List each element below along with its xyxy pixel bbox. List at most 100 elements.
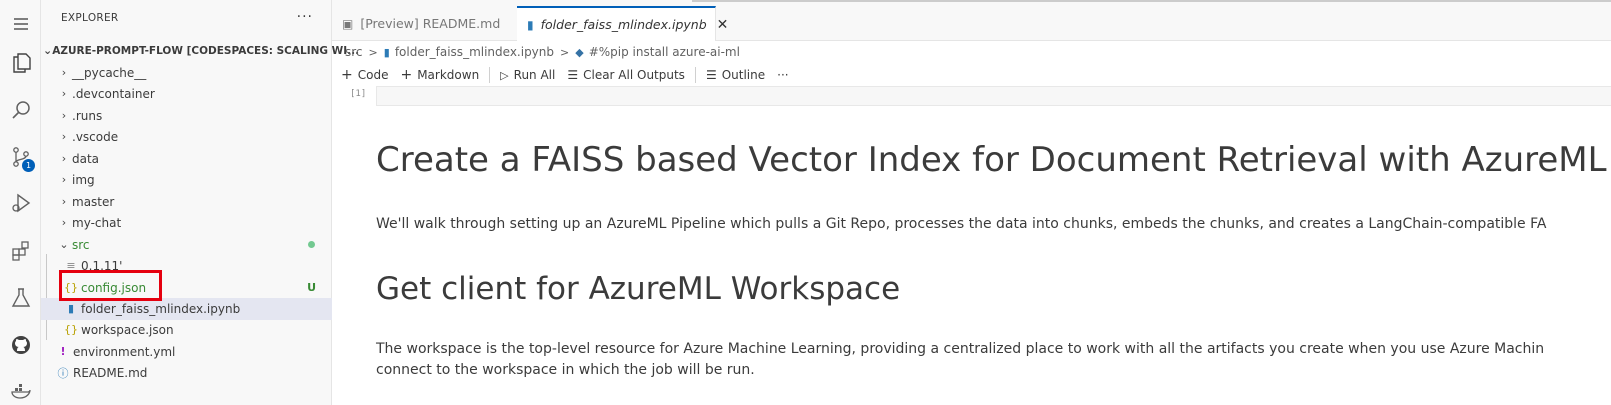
tree-item-environment-yml[interactable]: ! environment.yml [41, 341, 332, 363]
run-debug-icon[interactable] [0, 183, 41, 223]
info-icon: ⓘ [57, 366, 69, 380]
tree-item-devcontainer[interactable]: › .devcontainer [41, 83, 332, 105]
tab-notebook[interactable]: ▮ folder_faiss_mlindex.ipynb ✕ [517, 6, 728, 41]
root-folder-label: AZURE-PROMPT-FLOW [CODESPACES: SCALING W… [52, 44, 360, 57]
explorer-title: EXPLORER [61, 12, 119, 24]
button-label: Code [357, 68, 389, 82]
chevron-right-icon: › [61, 152, 67, 166]
markdown-heading-1: Create a FAISS based Vector Index for Do… [376, 140, 1607, 180]
tree-item-label: .devcontainer [72, 86, 155, 101]
tree-item-label: README.md [73, 365, 148, 380]
tree-item-pycache[interactable]: › __pycache__ [41, 62, 332, 84]
tree-item-label: .vscode [72, 129, 119, 144]
plus-icon: + [341, 67, 353, 83]
tree-item-workspace-json[interactable]: {} workspace.json [41, 319, 332, 341]
plus-icon: + [400, 67, 413, 83]
notebook-toolbar: + Code + Markdown ▷ Run All ☰ Clear All … [341, 64, 801, 86]
chevron-down-icon: ⌄ [59, 238, 69, 252]
tree-item-label: folder_faiss_mlindex.ipynb [81, 301, 241, 316]
markdown-heading-2: Get client for AzureML Workspace [376, 271, 901, 307]
outline-button[interactable]: ☰ Outline [706, 68, 765, 82]
tree-item-img[interactable]: › img [41, 169, 332, 191]
explorer-more-button[interactable]: ··· [297, 9, 313, 25]
activity-bar: 1 [0, 0, 41, 405]
testing-icon[interactable] [0, 278, 41, 318]
markdown-paragraph: connect to the workspace in which the jo… [376, 362, 755, 378]
button-label: Clear All Outputs [583, 68, 685, 82]
menu-icon[interactable] [0, 4, 41, 44]
tab-label: folder_faiss_mlindex.ipynb [540, 17, 707, 32]
close-icon[interactable]: ✕ [717, 17, 729, 33]
toolbar-more-button[interactable]: ··· [777, 68, 788, 82]
files-icon[interactable] [0, 43, 41, 83]
untracked-status-badge: U [307, 281, 316, 295]
json-file-icon: {} [64, 323, 78, 337]
chevron-right-icon: › [61, 87, 67, 101]
breadcrumb: src > ▮ folder_faiss_mlindex.ipynb > ◆ #… [345, 42, 740, 62]
chevron-right-icon: › [61, 130, 67, 144]
modified-dot [308, 241, 315, 249]
tree-item-label: workspace.json [81, 322, 174, 337]
notebook-file-icon: ▮ [67, 302, 75, 316]
tree-item-label: my-chat [72, 215, 122, 230]
breadcrumb-item[interactable]: folder_faiss_mlindex.ipynb [395, 45, 554, 59]
chevron-right-icon: › [61, 195, 67, 209]
source-control-badge: 1 [22, 159, 35, 172]
tree-item-src[interactable]: ⌄ src [41, 234, 332, 256]
chevron-right-icon: › [61, 173, 67, 187]
breadcrumb-item[interactable]: #%pip install azure-ai-ml [589, 45, 740, 59]
editor-tabs: ▣ [Preview] README.md ▮ folder_faiss_mli… [332, 6, 1611, 41]
button-label: Run All [513, 68, 556, 82]
execution-count: [1] [350, 89, 367, 99]
tree-item-label: __pycache__ [72, 65, 147, 80]
tab-readme-preview[interactable]: ▣ [Preview] README.md [332, 6, 516, 41]
notebook-file-icon: ▮ [383, 45, 390, 59]
tree-item-runs[interactable]: › .runs [41, 105, 332, 127]
tree-item-my-chat[interactable]: › my-chat [41, 212, 332, 234]
tree-item-label: src [72, 237, 90, 252]
play-icon: ▷ [500, 68, 509, 82]
chevron-right-icon: › [61, 109, 67, 123]
search-icon[interactable] [0, 90, 41, 130]
add-markdown-cell-button[interactable]: + Markdown [400, 67, 479, 83]
chevron-down-icon: ⌄ [43, 44, 53, 58]
tree-item-master[interactable]: › master [41, 191, 332, 213]
breadcrumb-separator: > [560, 45, 570, 59]
clear-all-outputs-button[interactable]: ☰ Clear All Outputs [567, 68, 685, 82]
toolbar-divider [489, 67, 491, 83]
tree-item-label: master [72, 194, 115, 209]
clear-all-icon: ☰ [567, 68, 579, 82]
docker-icon[interactable] [0, 372, 41, 405]
highlight-annotation-box [59, 270, 162, 301]
chevron-right-icon: › [61, 66, 67, 80]
button-label: Markdown [417, 68, 480, 82]
markdown-paragraph: The workspace is the top-level resource … [376, 341, 1545, 357]
markdown-paragraph: We'll walk through setting up an AzureML… [376, 216, 1547, 232]
source-control-icon[interactable]: 1 [0, 137, 41, 177]
python-icon: ◆ [575, 45, 584, 59]
tree-item-vscode[interactable]: › .vscode [41, 126, 332, 148]
tree-item-label: img [72, 172, 95, 187]
add-code-cell-button[interactable]: + Code [341, 67, 388, 83]
tree-item-data[interactable]: › data [41, 148, 332, 170]
tree-item-label: data [72, 151, 100, 166]
breadcrumb-separator: > [368, 45, 378, 59]
tree-item-label: environment.yml [73, 344, 176, 359]
preview-icon: ▣ [342, 16, 354, 31]
breadcrumb-item[interactable]: src [345, 45, 363, 59]
yaml-file-icon: ! [60, 345, 66, 359]
run-all-button[interactable]: ▷ Run All [500, 68, 555, 82]
extensions-icon[interactable] [0, 231, 41, 271]
notebook-file-icon: ▮ [527, 17, 534, 32]
list-icon: ☰ [705, 68, 717, 82]
chevron-right-icon: › [61, 216, 67, 230]
explorer-root-folder[interactable]: ⌄ AZURE-PROMPT-FLOW [CODESPACES: SCALING… [41, 40, 359, 62]
toolbar-divider [694, 67, 696, 83]
github-icon[interactable] [0, 325, 41, 365]
button-label: Outline [721, 68, 766, 82]
tree-item-notebook[interactable]: ▮ folder_faiss_mlindex.ipynb [41, 298, 332, 320]
tree-item-readme[interactable]: ⓘ README.md [41, 362, 332, 384]
tree-item-label: .runs [72, 108, 103, 123]
code-cell-editor[interactable] [376, 86, 1611, 106]
button-label: ··· [777, 68, 789, 82]
